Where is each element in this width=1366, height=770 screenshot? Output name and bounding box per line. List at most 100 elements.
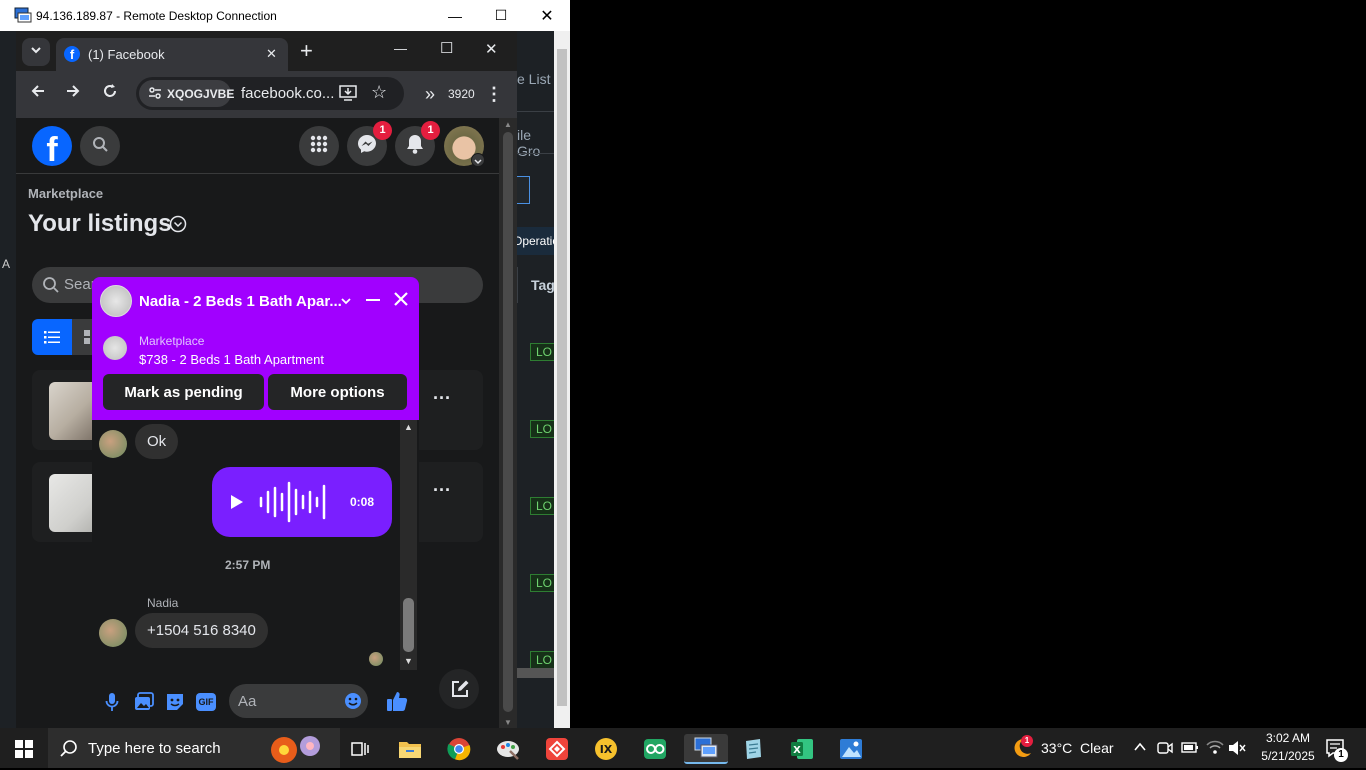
more-options-label: More options: [290, 383, 385, 401]
taskbar-search-box[interactable]: Type here to search: [48, 728, 340, 768]
network-icon[interactable]: [1206, 739, 1224, 760]
battery-icon[interactable]: [1181, 740, 1199, 759]
scroll-down-arrow-icon[interactable]: ▼: [404, 656, 413, 666]
facebook-logo-icon[interactable]: f: [32, 126, 72, 166]
tab-close-icon[interactable]: ✕: [266, 46, 277, 62]
listing-more-button[interactable]: ···: [433, 388, 451, 409]
back-icon[interactable]: [26, 82, 50, 106]
search-highlight-flower-icon: [266, 732, 326, 770]
qo-app-icon[interactable]: [635, 734, 675, 764]
voice-message-bubble[interactable]: 0:08: [212, 467, 392, 537]
weather-text[interactable]: 33°C Clear: [1041, 740, 1114, 756]
breadcrumb[interactable]: Marketplace: [28, 186, 103, 201]
remote-scroll-thumb[interactable]: [557, 49, 567, 706]
taskbar-search-placeholder: Type here to search: [88, 740, 221, 757]
svg-text:X: X: [793, 745, 801, 756]
scroll-up-arrow-icon[interactable]: ▲: [504, 120, 512, 129]
new-tab-button[interactable]: +: [300, 38, 313, 64]
mark-pending-button[interactable]: Mark as pending: [103, 374, 264, 410]
reload-icon[interactable]: [98, 82, 122, 106]
site-settings-icon: [148, 86, 162, 104]
tab-facebook[interactable]: f (1) Facebook ✕: [56, 38, 288, 71]
chrome-minimize-button[interactable]: —: [394, 41, 407, 56]
page-scroll-thumb[interactable]: [503, 132, 513, 712]
photos-app-icon[interactable]: [831, 734, 871, 764]
chat-scrollbar[interactable]: ▲ ▼: [400, 420, 417, 670]
excel-icon[interactable]: X: [782, 734, 822, 764]
scroll-down-arrow-icon[interactable]: ▼: [504, 718, 512, 727]
ix-app-icon[interactable]: IX: [586, 734, 626, 764]
chrome-maximize-button[interactable]: ☐: [440, 39, 453, 57]
show-hidden-icons-icon[interactable]: [1133, 740, 1147, 759]
paint-app-icon[interactable]: [488, 734, 528, 764]
minimize-icon: —: [448, 7, 462, 24]
chat-scroll-thumb[interactable]: [403, 598, 414, 652]
clock-time[interactable]: 3:02 AM: [1257, 731, 1319, 745]
scroll-up-arrow-icon[interactable]: ▲: [404, 422, 413, 432]
chrome-tabstrip[interactable]: f (1) Facebook ✕ + — ☐ ✕: [16, 31, 517, 71]
emoji-icon[interactable]: [344, 692, 362, 715]
message-text: Ok: [147, 433, 167, 450]
tab-search-button[interactable]: [22, 38, 50, 66]
thumbs-up-icon[interactable]: [386, 690, 408, 717]
fb-search-button[interactable]: [80, 126, 120, 166]
bookmark-star-icon[interactable]: ☆: [371, 82, 387, 103]
forward-icon[interactable]: [61, 82, 85, 106]
file-explorer-icon[interactable]: [390, 734, 430, 764]
remote-scrollbar[interactable]: [554, 31, 570, 730]
chrome-menu-icon[interactable]: ⋮: [482, 82, 506, 106]
message-bubble[interactable]: +1504 516 8340: [135, 613, 268, 648]
notepad-app-icon[interactable]: [733, 734, 773, 764]
chrome-icon[interactable]: [439, 734, 479, 764]
notification-count-badge: 1: [1334, 748, 1348, 762]
chat-close-icon[interactable]: [394, 292, 408, 311]
rdc-maximize-button[interactable]: ☐: [478, 0, 524, 31]
context-item-title[interactable]: $738 - 2 Beds 1 Bath Apartment: [139, 352, 324, 367]
address-bar[interactable]: XQOGJVBE facebook.co... ☆: [136, 77, 404, 110]
remote-hscrollbar[interactable]: [517, 668, 554, 678]
chat-minimize-icon[interactable]: [366, 299, 380, 301]
message-bubble[interactable]: Ok: [135, 424, 179, 459]
message-input[interactable]: Aa: [229, 684, 368, 718]
task-view-icon[interactable]: [340, 734, 380, 764]
clock-date[interactable]: 5/21/2025: [1252, 749, 1324, 763]
rdc-titlebar[interactable]: 94.136.189.87 - Remote Desktop Connectio…: [0, 0, 570, 31]
page-scrollbar[interactable]: ▲ ▼: [499, 118, 517, 730]
messenger-icon: [357, 134, 377, 159]
rdc-close-button[interactable]: ✕: [524, 0, 570, 31]
sticker-icon[interactable]: [165, 692, 185, 717]
photo-icon[interactable]: [134, 692, 154, 716]
list-view-toggle[interactable]: [32, 319, 72, 355]
chrome-close-button[interactable]: ✕: [485, 40, 498, 58]
remote-row-divider: [517, 111, 554, 112]
chat-messages: Ok 0:08 2:57 PM Nadia +1504 516 8340 ▲ ▼: [92, 420, 419, 670]
remote-tag-header: Tag: [531, 277, 555, 293]
chat-title[interactable]: Nadia - 2 Beds 1 Bath Apar...: [139, 293, 342, 310]
extensions-overflow-icon[interactable]: »: [418, 82, 442, 106]
account-chevron-icon[interactable]: [471, 153, 485, 167]
gif-icon[interactable]: GIF: [196, 693, 216, 711]
play-icon[interactable]: [231, 495, 243, 514]
messenger-chat-window: Nadia - 2 Beds 1 Bath Apar... Marketplac…: [92, 277, 419, 670]
more-options-button[interactable]: More options: [268, 374, 407, 410]
chat-options-chevron-icon[interactable]: [340, 294, 352, 312]
listing-more-button[interactable]: ···: [433, 480, 451, 501]
mark-pending-label: Mark as pending: [124, 383, 243, 401]
chat-contact-avatar[interactable]: [100, 285, 132, 317]
windows-start-icon[interactable]: [15, 740, 33, 763]
svg-text:IX: IX: [600, 743, 613, 756]
close-icon: ✕: [540, 7, 554, 25]
profile-chip[interactable]: XQOGJVBE: [139, 80, 234, 107]
title-dropdown-icon[interactable]: [169, 215, 187, 238]
install-app-icon[interactable]: [339, 85, 357, 105]
fb-menu-button[interactable]: [299, 126, 339, 166]
rdc-minimize-button[interactable]: —: [432, 0, 478, 31]
microphone-icon[interactable]: [105, 692, 119, 717]
search-icon: [42, 276, 60, 299]
extension-counter[interactable]: 3920: [448, 87, 475, 101]
meet-now-icon[interactable]: [1157, 740, 1173, 761]
anydesk-icon[interactable]: [537, 734, 577, 764]
remote-desktop-taskbar-icon[interactable]: [684, 734, 728, 764]
new-message-button[interactable]: [439, 669, 479, 709]
volume-muted-icon[interactable]: [1228, 740, 1246, 761]
